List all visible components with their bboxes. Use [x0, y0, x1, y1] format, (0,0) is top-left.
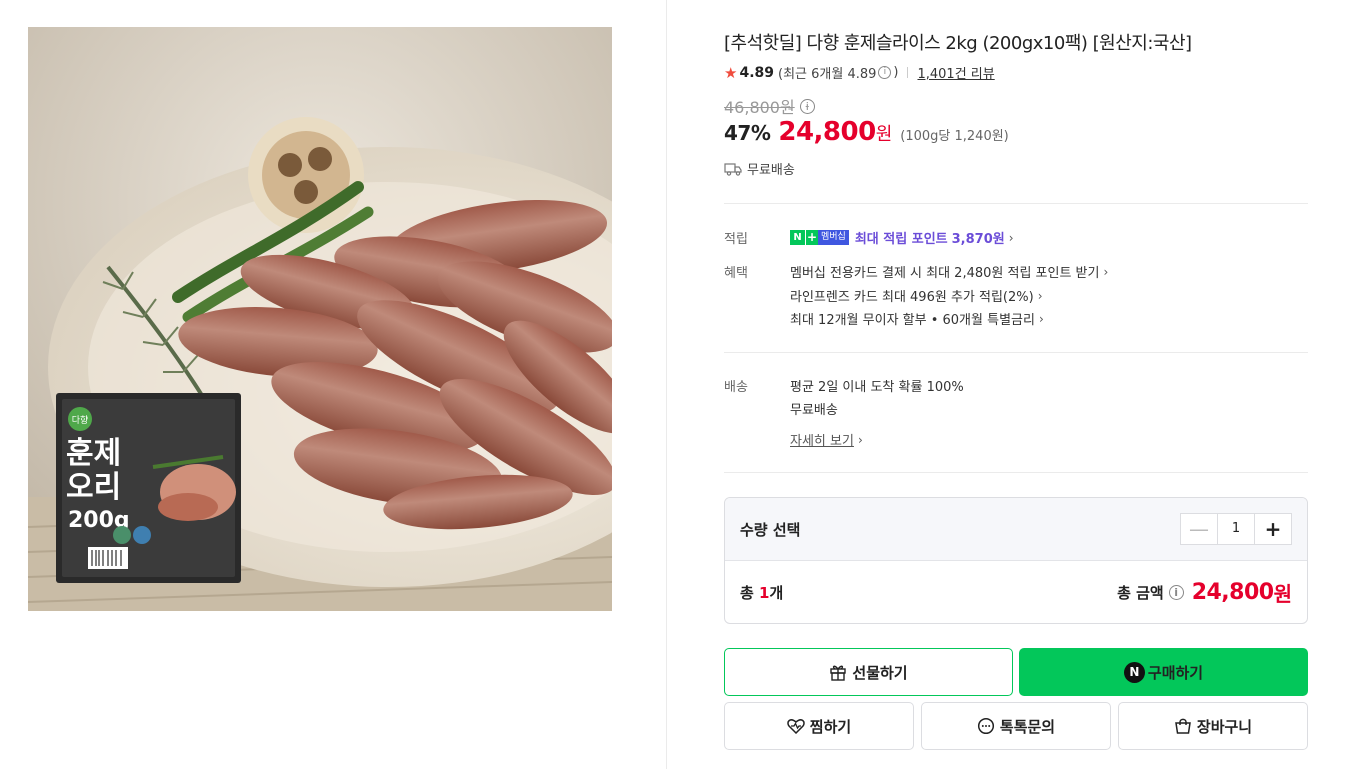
wish-label: 찜하기	[809, 717, 852, 736]
product-title: [추석핫딜] 다향 훈제슬라이스 2kg (200gx10팩) [원산지:국산]	[724, 33, 1192, 54]
info-icon[interactable]: i	[1168, 585, 1184, 600]
shipping-row: 무료배송	[724, 159, 795, 178]
original-price-row: 46,800원 i	[724, 94, 815, 118]
sale-price: 24,800	[778, 117, 876, 147]
benefit-text: 멤버십 전용카드 결제 시 최대 2,480원 적립 포인트 받기	[790, 266, 1100, 281]
quantity-label: 수량 선택	[740, 520, 801, 539]
star-icon: ★	[724, 63, 738, 82]
benefit-item[interactable]: 멤버십 전용카드 결제 시 최대 2,480원 적립 포인트 받기 ›	[790, 262, 1109, 282]
unit-price: (100g당 1,240원)	[900, 129, 1009, 144]
points-link[interactable]: 최대 적립 포인트	[855, 228, 948, 247]
total-price-currency: 원	[1273, 582, 1292, 606]
chevron-right-icon: ›	[857, 432, 863, 447]
divider	[724, 203, 1308, 204]
talk-button[interactable]: 톡톡문의	[921, 702, 1111, 750]
total-count-prefix: 총	[740, 584, 760, 602]
wish-button[interactable]: 찜하기	[724, 702, 914, 750]
heart-icon	[787, 719, 805, 734]
gift-label: 선물하기	[852, 663, 908, 682]
info-icon[interactable]: i	[878, 66, 892, 79]
gift-icon	[830, 665, 847, 681]
gift-button[interactable]: 선물하기	[724, 648, 1013, 696]
benefit-item[interactable]: 라인프렌즈 카드 최대 496원 추가 적립(2%) ›	[790, 286, 1043, 306]
total-amount: 총 금액 i 24,800 원	[1117, 578, 1292, 607]
delivery-fee: 무료배송	[790, 403, 838, 418]
delivery-more-text: 자세히 보기	[790, 434, 854, 449]
sale-price-currency: 원	[875, 124, 893, 145]
rating-recent-close: )	[893, 65, 899, 80]
image-pane: 다향 훈제 오리 200g	[0, 0, 667, 769]
total-count: 총 1개	[740, 582, 783, 603]
divider	[907, 67, 909, 78]
benefit-item[interactable]: 최대 12개월 무이자 할부 • 60개월 특별금리 ›	[790, 309, 1044, 329]
delivery-label: 배송	[724, 380, 748, 395]
membership-badge: N + 멤버십	[790, 230, 849, 245]
chevron-right-icon: ›	[1008, 230, 1014, 245]
buy-label: 구매하기	[1147, 663, 1204, 682]
shopping-bag-icon	[1175, 718, 1191, 734]
review-count-link[interactable]: 1,401건 리뷰	[917, 63, 994, 82]
buy-button[interactable]: N 구매하기	[1019, 648, 1308, 696]
rating-row: ★ 4.89 (최근 6개월 4.89 i ) 1,401건 리뷰	[724, 63, 995, 83]
decrement-button[interactable]: —	[1181, 514, 1217, 544]
total-price: 24,800	[1191, 580, 1274, 605]
product-image[interactable]: 다향 훈제 오리 200g	[28, 27, 612, 611]
quantity-stepper: — 1 +	[1180, 513, 1292, 545]
primary-actions: 선물하기 N 구매하기	[724, 648, 1308, 696]
discount-rate: 47%	[724, 121, 771, 145]
badge-plus: +	[805, 230, 818, 245]
cart-button[interactable]: 장바구니	[1118, 702, 1308, 750]
talk-label: 톡톡문의	[999, 717, 1056, 736]
total-count-number: 1	[759, 584, 770, 602]
package-title-line1: 훈제	[66, 436, 121, 471]
quantity-footer: 총 1개 총 금액 i 24,800 원	[725, 561, 1307, 623]
package-logo: 다향	[72, 414, 89, 426]
chat-icon	[977, 717, 994, 735]
divider	[724, 472, 1308, 473]
rating-score: 4.89	[739, 64, 774, 81]
delivery-rate: 평균 2일 이내 도착 확률 100%	[790, 380, 964, 395]
points-value: 3,870원	[951, 232, 1005, 247]
chevron-right-icon: ›	[1103, 264, 1109, 279]
chevron-right-icon: ›	[1038, 311, 1044, 326]
divider	[724, 352, 1308, 353]
rating-recent: (최근 6개월 4.89	[778, 67, 877, 82]
total-amount-label: 총 금액	[1117, 584, 1164, 602]
cart-label: 장바구니	[1196, 717, 1253, 736]
benefit-text: 라인프렌즈 카드 최대 496원 추가 적립(2%)	[790, 290, 1034, 305]
truck-icon	[724, 162, 742, 176]
benefit-label: 혜택	[724, 266, 748, 281]
points-label: 적립	[724, 232, 748, 247]
original-price: 46,800원	[724, 98, 795, 117]
increment-button[interactable]: +	[1255, 514, 1291, 544]
npay-icon: N	[1123, 661, 1145, 683]
price-row: 47% 24,800 원 (100g당 1,240원)	[724, 117, 1009, 147]
badge-n: N	[790, 230, 805, 245]
total-count-suffix: 개	[769, 584, 784, 602]
package-title-line2: 오리	[66, 470, 121, 505]
shipping-text: 무료배송	[747, 163, 795, 178]
points-row[interactable]: N + 멤버십 최대 적립 포인트 3,870원 ›	[790, 228, 1014, 247]
badge-text: 멤버십	[818, 230, 849, 245]
price-info-icon[interactable]: i	[799, 98, 815, 114]
quantity-value[interactable]: 1	[1217, 514, 1255, 544]
chevron-right-icon: ›	[1037, 288, 1043, 303]
delivery-more-link[interactable]: 자세히 보기 ›	[790, 430, 863, 450]
benefit-text: 최대 12개월 무이자 할부 • 60개월 특별금리	[790, 313, 1035, 328]
quantity-header: 수량 선택 — 1 +	[725, 498, 1307, 561]
secondary-actions: 찜하기 톡톡문의 장바구니	[724, 702, 1308, 750]
product-photo: 다향 훈제 오리 200g	[28, 27, 612, 611]
quantity-box: 수량 선택 — 1 + 총 1개 총 금액 i 24,800 원	[724, 497, 1308, 624]
